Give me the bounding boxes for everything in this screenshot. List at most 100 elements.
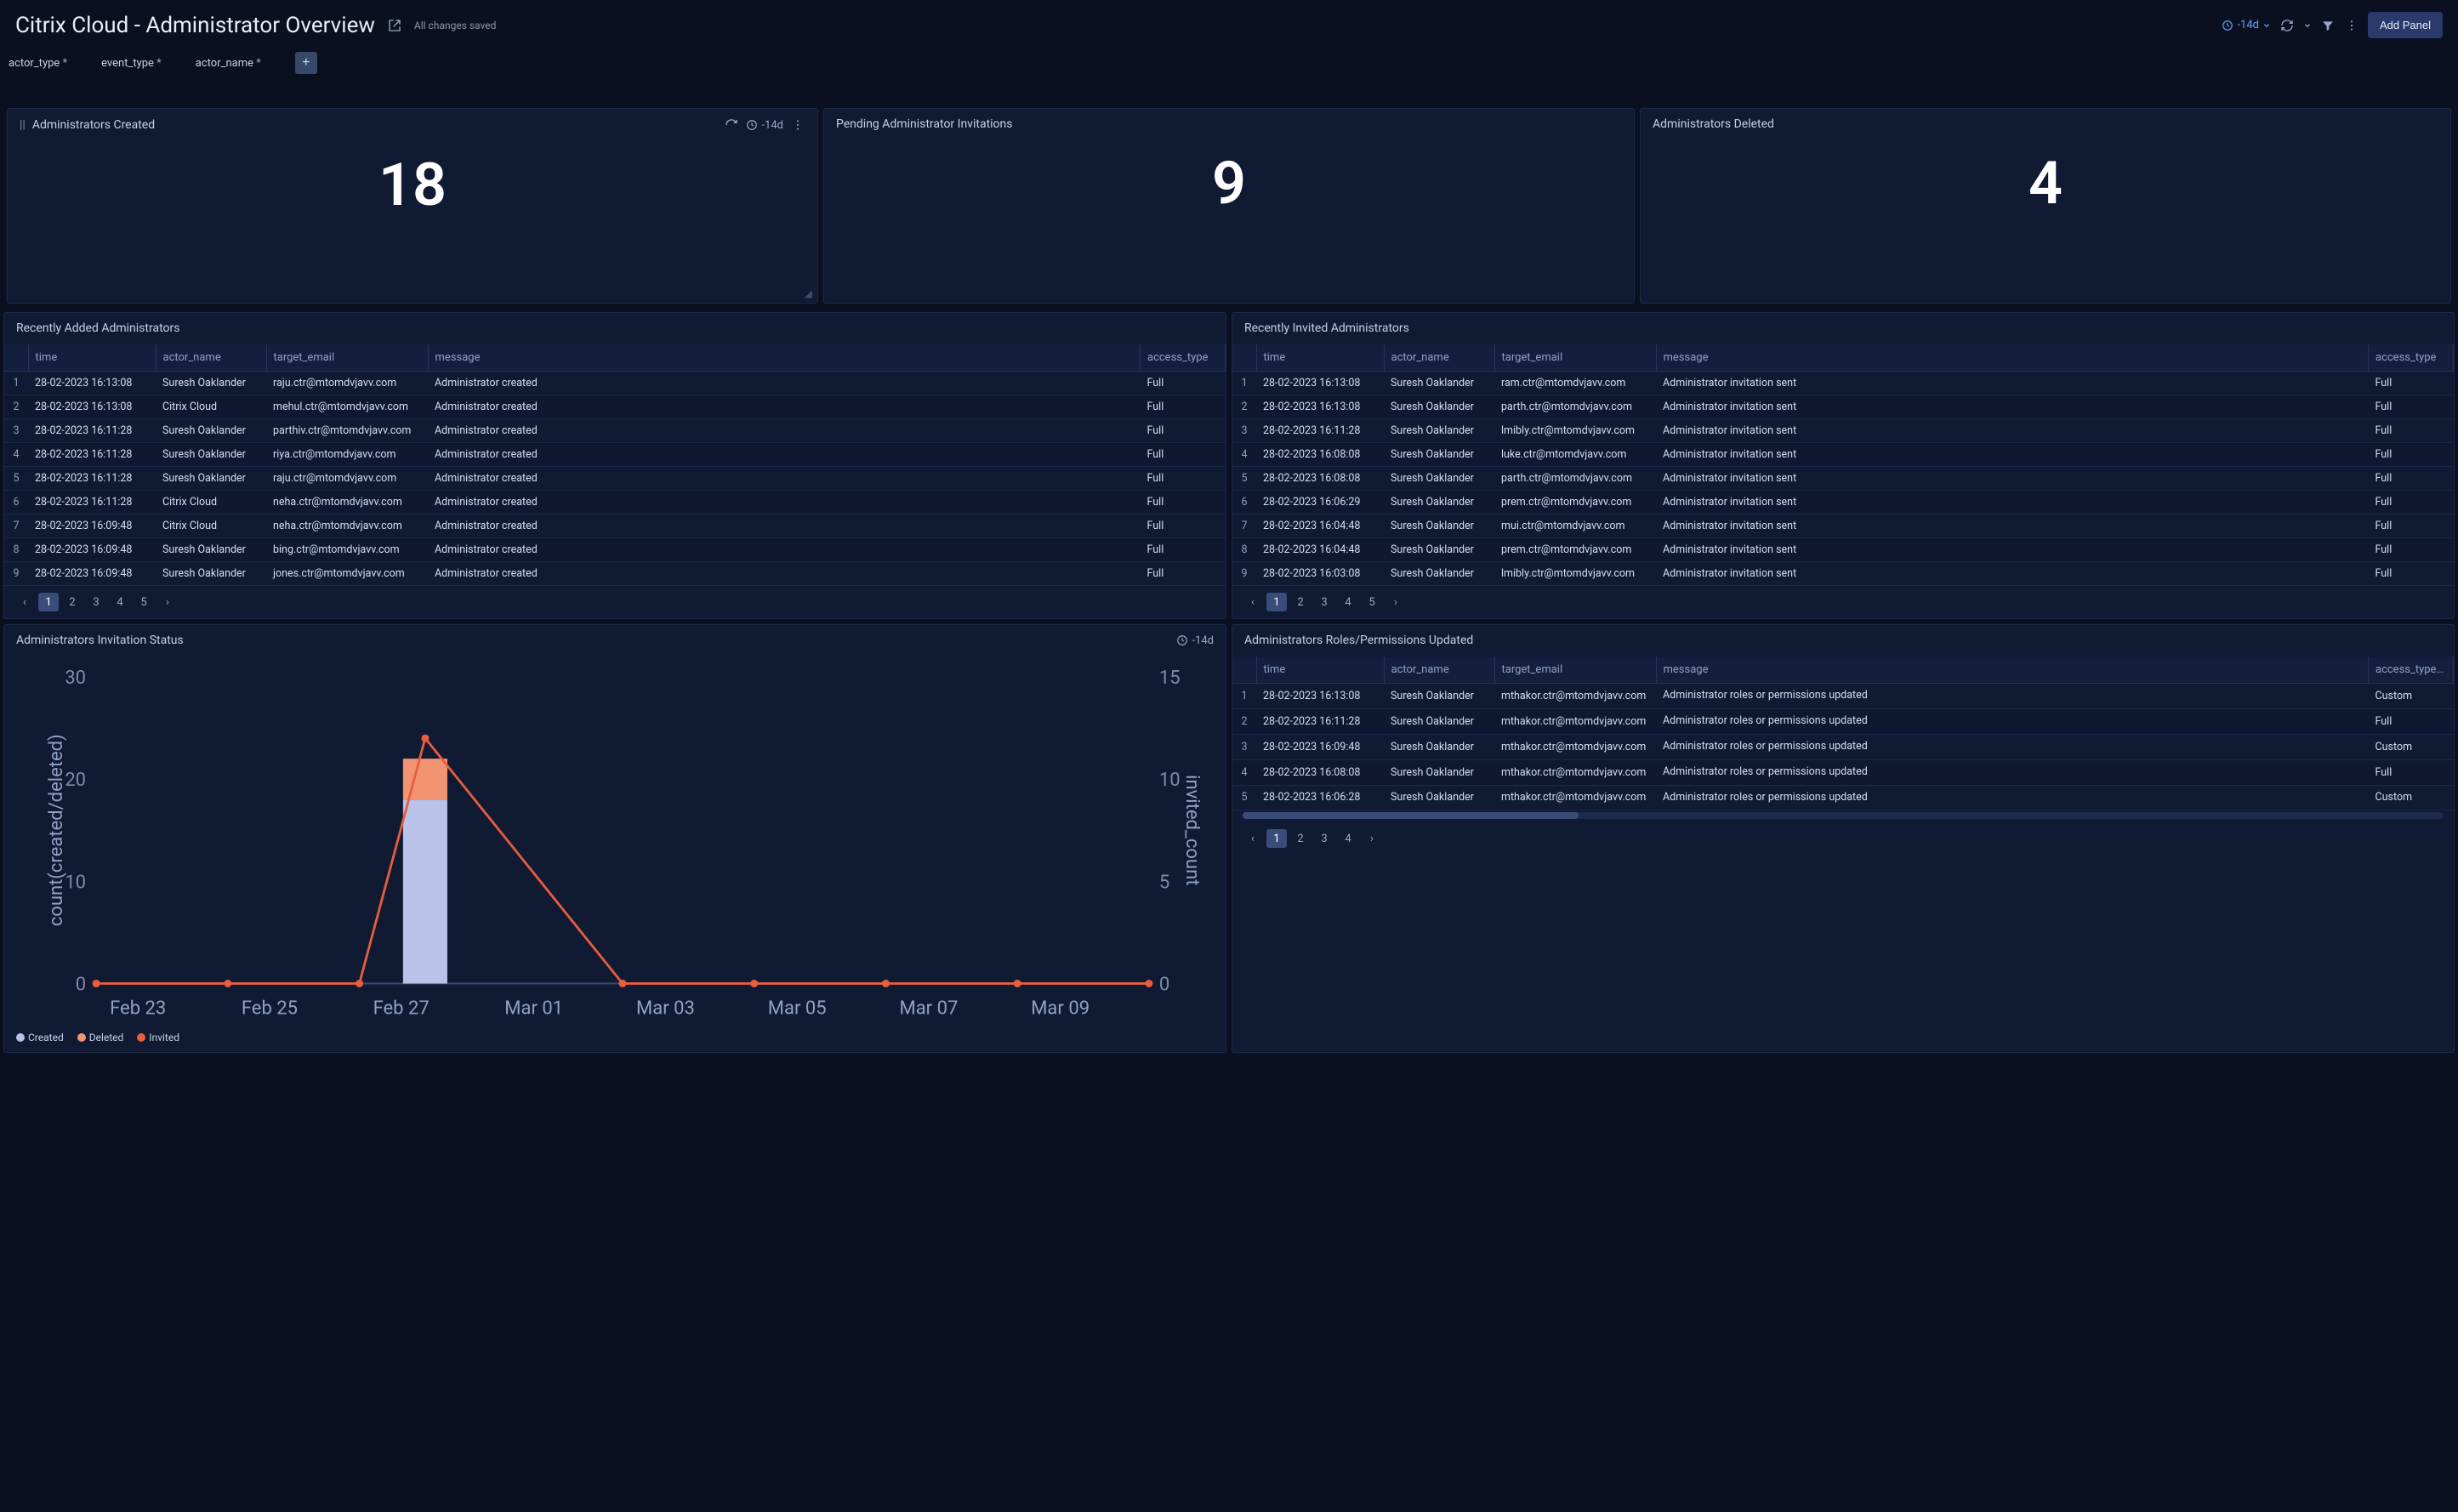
pager-roles[interactable]: ‹1234› <box>1232 822 2454 855</box>
cell: Suresh Oaklander <box>1384 562 1494 586</box>
panel-time-range[interactable]: -14d <box>746 119 783 132</box>
col-header[interactable]: target_email <box>1494 344 1656 372</box>
add-panel-button[interactable]: Add Panel <box>2368 12 2443 38</box>
pager-next[interactable]: › <box>157 593 178 611</box>
table-row[interactable]: 728-02-2023 16:04:48Suresh Oaklandermui.… <box>1232 514 2454 538</box>
cell: Full <box>1141 467 1226 491</box>
more-icon[interactable] <box>2344 18 2359 33</box>
table-row[interactable]: 928-02-2023 16:03:08Suresh Oaklanderlmib… <box>1232 562 2454 586</box>
panel-title: Recently Invited Administrators <box>1244 321 1409 335</box>
time-range-picker[interactable]: -14d <box>2222 19 2271 31</box>
pager-next[interactable]: › <box>1362 829 1382 848</box>
col-header[interactable]: actor_name <box>1384 344 1494 372</box>
table-row[interactable]: 628-02-2023 16:06:29Suresh Oaklanderprem… <box>1232 491 2454 514</box>
table-row[interactable]: 828-02-2023 16:04:48Suresh Oaklanderprem… <box>1232 538 2454 562</box>
cell: mthakor.ctr@mtomdvjavv.com <box>1494 708 1656 734</box>
filter-icon[interactable] <box>2320 18 2336 33</box>
col-header[interactable]: message <box>428 344 1141 372</box>
table-row[interactable]: 728-02-2023 16:09:48Citrix Cloudneha.ctr… <box>4 514 1226 538</box>
table-row[interactable]: 228-02-2023 16:13:08Suresh Oaklanderpart… <box>1232 395 2454 419</box>
chevron-down-icon[interactable] <box>2303 21 2312 30</box>
pager-page[interactable]: 4 <box>110 593 130 611</box>
table-row[interactable]: 928-02-2023 16:09:48Suresh Oaklanderjone… <box>4 562 1226 586</box>
col-header[interactable]: message <box>1656 344 2369 372</box>
cell: Full <box>1141 395 1226 419</box>
pager-page[interactable]: 2 <box>62 593 83 611</box>
col-header[interactable] <box>4 344 28 372</box>
table-row[interactable]: 428-02-2023 16:08:08Suresh Oaklanderluke… <box>1232 443 2454 467</box>
pager-page[interactable]: 4 <box>1338 829 1358 848</box>
col-header[interactable]: time <box>1256 657 1384 684</box>
table-row[interactable]: 328-02-2023 16:09:48Suresh Oaklandermtha… <box>1232 734 2454 759</box>
col-header[interactable] <box>1232 657 1256 684</box>
pager-prev[interactable]: ‹ <box>1243 593 1263 611</box>
pager-prev[interactable]: ‹ <box>1243 829 1263 848</box>
table-row[interactable]: 128-02-2023 16:13:08Suresh Oaklanderram.… <box>1232 372 2454 395</box>
col-header[interactable]: time <box>1256 344 1384 372</box>
pager-page[interactable]: 1 <box>1266 593 1287 611</box>
pager-page[interactable]: 5 <box>134 593 154 611</box>
cell: Citrix Cloud <box>156 514 266 538</box>
table-row[interactable]: 628-02-2023 16:11:28Citrix Cloudneha.ctr… <box>4 491 1226 514</box>
pager-prev[interactable]: ‹ <box>14 593 35 611</box>
pager-invited[interactable]: ‹12345› <box>1232 586 2454 618</box>
add-filter-button[interactable]: + <box>295 52 317 74</box>
col-header[interactable]: access_type <box>1141 344 1226 372</box>
pager-page[interactable]: 1 <box>1266 829 1287 848</box>
more-icon[interactable] <box>790 117 805 133</box>
pager-page[interactable]: 4 <box>1338 593 1358 611</box>
table-row[interactable]: 128-02-2023 16:13:08Suresh Oaklanderraju… <box>4 372 1226 395</box>
table-row[interactable]: 128-02-2023 16:13:08Suresh Oaklandermtha… <box>1232 684 2454 709</box>
col-header[interactable]: target_email <box>1494 657 1656 684</box>
table-row[interactable]: 328-02-2023 16:11:28Suresh Oaklanderpart… <box>4 419 1226 443</box>
cell: 4 <box>4 443 28 467</box>
refresh-icon[interactable] <box>2279 18 2295 33</box>
filter-actor-name[interactable]: actor_name <box>196 57 261 70</box>
panel-title: Administrators Created <box>32 118 155 132</box>
pager-page[interactable]: 3 <box>1314 829 1334 848</box>
legend-created[interactable]: Created <box>16 1032 64 1043</box>
cell: riya.ctr@mtomdvjavv.com <box>266 443 428 467</box>
col-header[interactable]: access_type_before <box>2369 657 2454 684</box>
cell: 6 <box>1232 491 1256 514</box>
cell: raju.ctr@mtomdvjavv.com <box>266 467 428 491</box>
svg-text:30: 30 <box>65 668 86 689</box>
col-header[interactable]: message <box>1656 657 2369 684</box>
share-icon[interactable] <box>387 18 402 33</box>
table-row[interactable]: 428-02-2023 16:11:28Suresh Oaklanderriya… <box>4 443 1226 467</box>
table-row[interactable]: 528-02-2023 16:06:28Suresh Oaklandermtha… <box>1232 785 2454 810</box>
col-header[interactable]: actor_name <box>1384 657 1494 684</box>
pager-page[interactable]: 3 <box>86 593 106 611</box>
filter-event-type[interactable]: event_type <box>101 57 162 70</box>
table-row[interactable]: 328-02-2023 16:11:28Suresh Oaklanderlmib… <box>1232 419 2454 443</box>
col-header[interactable]: target_email <box>266 344 428 372</box>
resize-handle-icon[interactable]: ◢ <box>805 287 812 299</box>
table-row[interactable]: 528-02-2023 16:11:28Suresh Oaklanderraju… <box>4 467 1226 491</box>
table-row[interactable]: 428-02-2023 16:08:08Suresh Oaklandermtha… <box>1232 759 2454 785</box>
col-header[interactable]: time <box>28 344 156 372</box>
cell: Administrator invitation sent <box>1656 395 2369 419</box>
table-row[interactable]: 228-02-2023 16:11:28Suresh Oaklandermtha… <box>1232 708 2454 734</box>
pager-added[interactable]: ‹12345› <box>4 586 1226 618</box>
pager-page[interactable]: 2 <box>1290 593 1311 611</box>
col-header[interactable]: actor_name <box>156 344 266 372</box>
panel-time-range[interactable]: -14d <box>1176 634 1214 647</box>
pager-next[interactable]: › <box>1385 593 1406 611</box>
pager-page[interactable]: 2 <box>1290 829 1311 848</box>
filter-actor-type[interactable]: actor_type <box>9 57 67 70</box>
pager-page[interactable]: 5 <box>1362 593 1382 611</box>
pager-page[interactable]: 1 <box>38 593 59 611</box>
legend-deleted[interactable]: Deleted <box>77 1032 124 1043</box>
table-row[interactable]: 828-02-2023 16:09:48Suresh Oaklanderbing… <box>4 538 1226 562</box>
refresh-icon[interactable] <box>724 117 739 133</box>
table-row[interactable]: 228-02-2023 16:13:08Citrix Cloudmehul.ct… <box>4 395 1226 419</box>
cell: Citrix Cloud <box>156 491 266 514</box>
legend-invited[interactable]: Invited <box>137 1032 179 1043</box>
table-row[interactable]: 528-02-2023 16:08:08Suresh Oaklanderpart… <box>1232 467 2454 491</box>
pager-page[interactable]: 3 <box>1314 593 1334 611</box>
horizontal-scrollbar[interactable] <box>1243 812 2444 819</box>
cell: 28-02-2023 16:04:48 <box>1256 514 1384 538</box>
col-header[interactable]: access_type <box>2369 344 2454 372</box>
col-header[interactable] <box>1232 344 1256 372</box>
cell: 1 <box>1232 372 1256 395</box>
